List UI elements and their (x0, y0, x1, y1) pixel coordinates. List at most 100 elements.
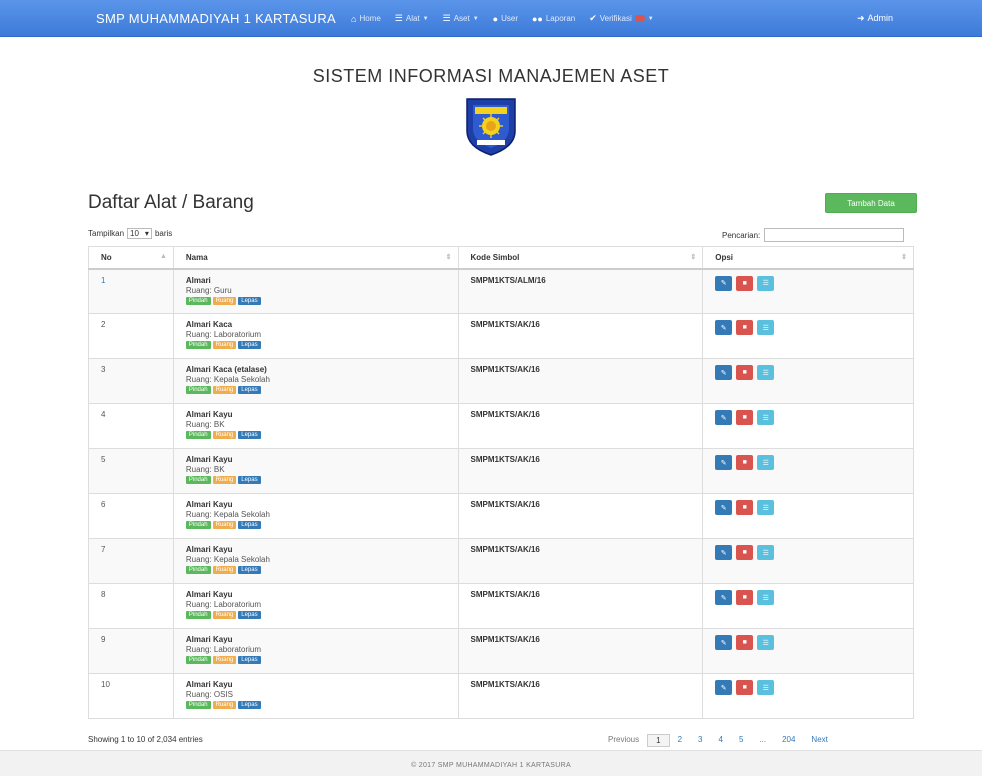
ruang-button[interactable]: Ruang (212, 341, 237, 349)
item-actions: Pindah Ruang Lepas (185, 656, 458, 664)
detail-button[interactable]: ☰ (757, 410, 775, 425)
ruang-button[interactable]: Ruang (212, 386, 237, 394)
ruang-button[interactable]: Ruang (212, 296, 237, 305)
nav-alat[interactable]: ☰ Alat ▼ (395, 13, 429, 24)
edit-button[interactable]: ✎ (715, 275, 733, 291)
ruang-button[interactable]: Ruang (212, 521, 237, 529)
detail-button[interactable]: ☰ (757, 500, 775, 515)
detail-button[interactable]: ☰ (757, 365, 775, 380)
delete-button[interactable]: ■ (736, 320, 754, 335)
option-buttons: ✎ ■ ☰ (715, 545, 913, 560)
pindah-button[interactable]: Pindah (185, 656, 211, 664)
nav-home[interactable]: ⌂ Home (351, 13, 381, 24)
detail-button[interactable]: ☰ (757, 635, 775, 650)
lepas-button[interactable]: Lepas (238, 656, 261, 664)
ruang-button[interactable]: Ruang (212, 611, 237, 619)
nav-aset[interactable]: ☰ Aset ▼ (443, 13, 479, 24)
delete-button[interactable]: ■ (736, 545, 754, 560)
column-header-kode[interactable]: Kode Simbol ⇕ (457, 246, 704, 270)
pagination-page-3[interactable]: 3 (690, 734, 710, 747)
brand-link[interactable]: SMP MUHAMMADIYAH 1 KARTASURA (96, 11, 336, 26)
option-buttons: ✎ ■ ☰ (715, 500, 913, 515)
users-icon: ●● (531, 13, 543, 24)
option-buttons: ✎ ■ ☰ (715, 410, 913, 425)
search-control: Pencarian: (722, 228, 905, 242)
pagination-page-2[interactable]: 2 (670, 734, 690, 747)
nav-home-label: Home (359, 14, 381, 23)
delete-button[interactable]: ■ (736, 410, 754, 425)
item-actions: Pindah Ruang Lepas (185, 566, 458, 574)
detail-button[interactable]: ☰ (757, 320, 775, 335)
pindah-button[interactable]: Pindah (185, 386, 211, 394)
column-header-opsi[interactable]: Opsi ⇕ (702, 246, 914, 270)
trash-icon: ■ (742, 504, 747, 511)
ruang-button[interactable]: Ruang (212, 431, 237, 439)
detail-button[interactable]: ☰ (757, 680, 775, 695)
ruang-button[interactable]: Ruang (212, 566, 237, 574)
nav-verifikasi[interactable]: ✔ Verifikasi ▼ (589, 13, 653, 24)
nav-user[interactable]: ● User (493, 13, 518, 24)
detail-button[interactable]: ☰ (757, 545, 775, 560)
column-header-no[interactable]: No ▲ (88, 246, 174, 270)
edit-button[interactable]: ✎ (715, 455, 733, 470)
page-length-select[interactable]: 10 ▾ (127, 228, 152, 239)
edit-button[interactable]: ✎ (715, 320, 733, 335)
edit-button[interactable]: ✎ (715, 680, 733, 695)
trash-icon: ■ (742, 549, 747, 556)
ruang-button[interactable]: Ruang (212, 656, 237, 664)
pindah-button[interactable]: Pindah (185, 431, 211, 439)
pindah-button[interactable]: Pindah (185, 476, 211, 484)
pindah-button[interactable]: Pindah (185, 701, 211, 709)
add-data-button[interactable]: Tambah Data (825, 193, 917, 213)
lepas-button[interactable]: Lepas (238, 296, 261, 305)
lepas-button[interactable]: Lepas (238, 701, 261, 709)
detail-button[interactable]: ☰ (757, 275, 775, 291)
lepas-button[interactable]: Lepas (238, 341, 261, 349)
delete-button[interactable]: ■ (736, 455, 754, 470)
pindah-button[interactable]: Pindah (185, 521, 211, 529)
pagination-page-1[interactable]: 1 (647, 734, 670, 747)
edit-button[interactable]: ✎ (715, 635, 733, 650)
detail-button[interactable]: ☰ (757, 455, 775, 470)
detail-button[interactable]: ☰ (757, 590, 775, 605)
admin-link[interactable]: ➜ Admin (857, 13, 893, 24)
ruang-button[interactable]: Ruang (212, 476, 237, 484)
list-icon: ☰ (762, 369, 769, 377)
pagination-previous[interactable]: Previous (600, 734, 647, 747)
lepas-button[interactable]: Lepas (238, 386, 261, 394)
lepas-button[interactable]: Lepas (238, 611, 261, 619)
item-actions: Pindah Ruang Lepas (185, 431, 458, 439)
edit-button[interactable]: ✎ (715, 410, 733, 425)
column-header-nama[interactable]: Nama ⇕ (172, 246, 459, 270)
ruang-button[interactable]: Ruang (212, 701, 237, 709)
pindah-button[interactable]: Pindah (185, 611, 211, 619)
edit-button[interactable]: ✎ (715, 545, 733, 560)
delete-button[interactable]: ■ (736, 365, 754, 380)
delete-button[interactable]: ■ (736, 635, 754, 650)
delete-button[interactable]: ■ (736, 500, 754, 515)
pagination-page-last[interactable]: 204 (774, 734, 803, 747)
lepas-button[interactable]: Lepas (238, 566, 261, 574)
pindah-button[interactable]: Pindah (185, 296, 211, 305)
lepas-button[interactable]: Lepas (238, 476, 261, 484)
delete-button[interactable]: ■ (736, 275, 754, 291)
cell-opsi: ✎ ■ ☰ (702, 493, 914, 539)
nav-laporan[interactable]: ●● Laporan (532, 13, 575, 24)
pindah-button[interactable]: Pindah (185, 566, 211, 574)
edit-icon: ✎ (720, 324, 727, 332)
search-input[interactable] (764, 228, 905, 242)
edit-button[interactable]: ✎ (715, 365, 733, 380)
cell-opsi: ✎ ■ ☰ (702, 673, 914, 719)
cell-no: 4 (88, 403, 174, 449)
pagination-next[interactable]: Next (803, 734, 835, 747)
lepas-button[interactable]: Lepas (238, 521, 261, 529)
pindah-button[interactable]: Pindah (185, 341, 211, 349)
login-icon: ➜ (857, 13, 865, 23)
pagination-page-5[interactable]: 5 (731, 734, 751, 747)
lepas-button[interactable]: Lepas (238, 431, 261, 439)
edit-button[interactable]: ✎ (715, 590, 733, 605)
pagination-page-4[interactable]: 4 (710, 734, 730, 747)
edit-button[interactable]: ✎ (715, 500, 733, 515)
delete-button[interactable]: ■ (736, 680, 754, 695)
delete-button[interactable]: ■ (736, 590, 754, 605)
